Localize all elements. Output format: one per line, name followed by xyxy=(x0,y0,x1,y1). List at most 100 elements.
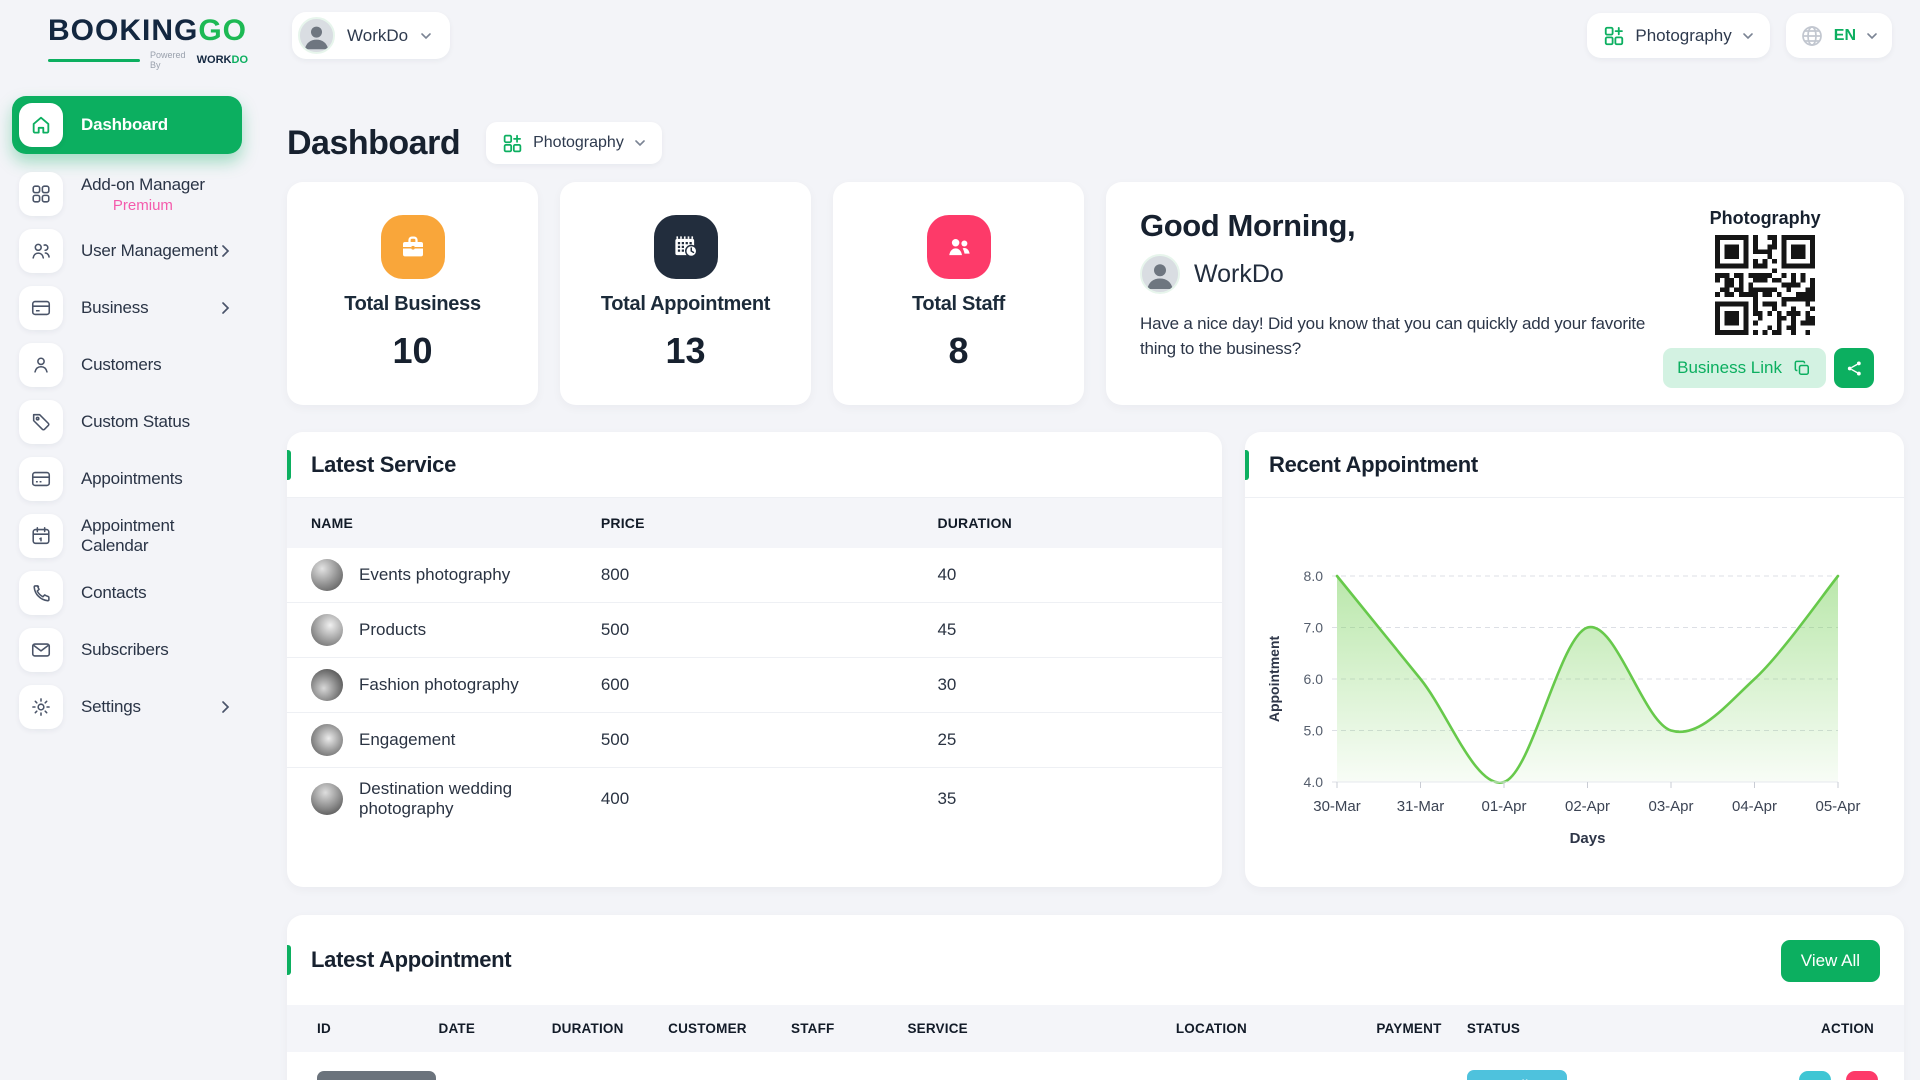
logo-underline xyxy=(48,59,140,62)
svg-text:02-Apr: 02-Apr xyxy=(1565,798,1610,815)
header-business-dropdown[interactable]: Photography xyxy=(1587,13,1769,58)
sidebar-item-appointments[interactable]: Appointments xyxy=(12,457,242,501)
latest-appointment-title: Latest Appointment xyxy=(311,947,511,973)
sidebar-item-custom-status[interactable]: Custom Status xyxy=(12,400,242,444)
tag-icon xyxy=(19,400,63,444)
share-icon xyxy=(1845,359,1864,378)
sidebar-item-addon-manager[interactable]: Add-on Manager Premium xyxy=(12,172,242,216)
stat-value: 8 xyxy=(948,330,968,372)
page-business-label: Photography xyxy=(533,134,624,152)
service-photo xyxy=(311,559,343,591)
stat-value: 13 xyxy=(665,330,705,372)
gear-icon xyxy=(19,685,63,729)
globe-icon xyxy=(1800,24,1824,48)
chevron-right-icon xyxy=(221,700,230,714)
mail-icon xyxy=(19,628,63,672)
col-header-duration: Duration xyxy=(913,498,1222,548)
sidebar-item-dashboard[interactable]: Dashboard xyxy=(12,96,242,154)
service-photo xyxy=(311,783,343,815)
avatar xyxy=(298,17,335,54)
svg-text:03-Apr: 03-Apr xyxy=(1648,798,1693,815)
svg-text:4.0: 4.0 xyxy=(1304,774,1324,790)
addon-grid-icon xyxy=(19,172,63,216)
chevron-down-icon xyxy=(1866,30,1878,42)
sidebar-item-settings[interactable]: Settings xyxy=(12,685,242,729)
avatar xyxy=(1140,254,1180,294)
page-title: Dashboard xyxy=(287,124,460,163)
chevron-down-icon xyxy=(1742,30,1754,42)
latest-appointment-card: Latest Appointment View All ID Date Dura… xyxy=(287,915,1904,1080)
chevron-down-icon xyxy=(634,137,646,149)
svg-text:30-Mar: 30-Mar xyxy=(1313,798,1361,815)
workspace-name: WorkDo xyxy=(347,26,408,46)
latest-service-title: Latest Service xyxy=(311,452,456,478)
svg-text:Appointment: Appointment xyxy=(1266,636,1282,723)
card-icon xyxy=(19,457,63,501)
svg-text:6.0: 6.0 xyxy=(1304,671,1324,687)
logo-tagline: Powered By WORKDO xyxy=(48,50,248,70)
sidebar-item-appointment-calendar[interactable]: Appointment Calendar xyxy=(12,514,242,558)
recent-appointment-card: Recent Appointment 8.0 7.0 6.0 5.0 4.0 30-Mar… xyxy=(1245,432,1904,887)
sidebar-item-subscribers[interactable]: Subscribers xyxy=(12,628,242,672)
delete-button[interactable] xyxy=(1846,1071,1878,1080)
sidebar-item-customers[interactable]: Customers xyxy=(12,343,242,387)
stat-value: 10 xyxy=(392,330,432,372)
appointment-id-badge: #APP0000024 xyxy=(317,1071,436,1080)
workspace-dropdown[interactable]: WorkDo xyxy=(292,12,450,59)
sidebar-item-business[interactable]: Business xyxy=(12,286,242,330)
header-business-label: Photography xyxy=(1635,26,1731,46)
latest-service-card: Latest Service Name Price Duration Event… xyxy=(287,432,1222,887)
service-photo xyxy=(311,614,343,646)
stat-card-total-business: Total Business 10 xyxy=(287,182,538,405)
greeting-user: WorkDo xyxy=(1194,260,1284,289)
person-icon xyxy=(19,343,63,387)
share-button[interactable] xyxy=(1834,348,1874,388)
greeting-message: Have a nice day! Did you know that you c… xyxy=(1140,312,1656,361)
service-row: Destination wedding photography 400 35 xyxy=(287,768,1222,831)
service-row: Products 500 45 xyxy=(287,603,1222,658)
svg-text:5.0: 5.0 xyxy=(1304,723,1324,739)
chevron-right-icon xyxy=(221,244,230,258)
sidebar: Dashboard Add-on Manager Premium User Ma… xyxy=(12,96,242,742)
view-all-button[interactable]: View All xyxy=(1781,940,1880,982)
grid-plus-icon xyxy=(502,133,523,154)
qr-label: Photography xyxy=(1710,208,1821,229)
phone-icon xyxy=(19,571,63,615)
service-photo xyxy=(311,724,343,756)
recent-appointment-title: Recent Appointment xyxy=(1269,452,1478,478)
svg-text:01-Apr: 01-Apr xyxy=(1481,798,1526,815)
svg-text:31-Mar: 31-Mar xyxy=(1397,798,1445,815)
stat-card-total-staff: Total Staff 8 xyxy=(833,182,1084,405)
chevron-down-icon xyxy=(420,30,432,42)
staff-icon xyxy=(927,215,991,279)
page-business-dropdown[interactable]: Photography xyxy=(486,122,662,164)
section-accent xyxy=(287,450,291,480)
copy-icon xyxy=(1792,358,1812,378)
users-icon xyxy=(19,229,63,273)
svg-text:04-Apr: 04-Apr xyxy=(1732,798,1777,815)
sidebar-item-contacts[interactable]: Contacts xyxy=(12,571,242,615)
business-link-button[interactable]: Business Link xyxy=(1663,348,1826,388)
app-logo[interactable]: BOOKINGGO Powered By WORKDO xyxy=(48,16,248,70)
svg-text:Days: Days xyxy=(1570,830,1606,847)
briefcase-icon xyxy=(381,215,445,279)
greeting-card: Good Morning, WorkDo Have a nice day! Di… xyxy=(1106,182,1904,405)
edit-button[interactable] xyxy=(1799,1071,1831,1080)
service-row: Fashion photography 600 30 xyxy=(287,658,1222,713)
card-icon xyxy=(19,286,63,330)
col-header-price: Price xyxy=(577,498,914,548)
stat-card-total-appointment: Total Appointment 13 xyxy=(560,182,811,405)
col-header-name: Name xyxy=(287,498,577,548)
latest-appointment-table: ID Date Duration Customer Staff Service … xyxy=(287,1005,1904,1080)
appointment-chart: 8.0 7.0 6.0 5.0 4.0 30-Mar 31-Mar 01-Apr 02-Apr 0… xyxy=(1245,498,1904,887)
sidebar-item-user-management[interactable]: User Management xyxy=(12,229,242,273)
status-badge: Pending xyxy=(1467,1070,1567,1080)
svg-text:7.0: 7.0 xyxy=(1304,620,1324,636)
svg-text:8.0: 8.0 xyxy=(1304,568,1324,584)
svg-text:05-Apr: 05-Apr xyxy=(1815,798,1860,815)
qr-code xyxy=(1715,235,1815,335)
greeting-title: Good Morning, xyxy=(1140,208,1656,244)
calendar-clock-icon xyxy=(654,215,718,279)
grid-plus-icon xyxy=(1603,25,1625,47)
language-dropdown[interactable]: EN xyxy=(1786,13,1892,58)
